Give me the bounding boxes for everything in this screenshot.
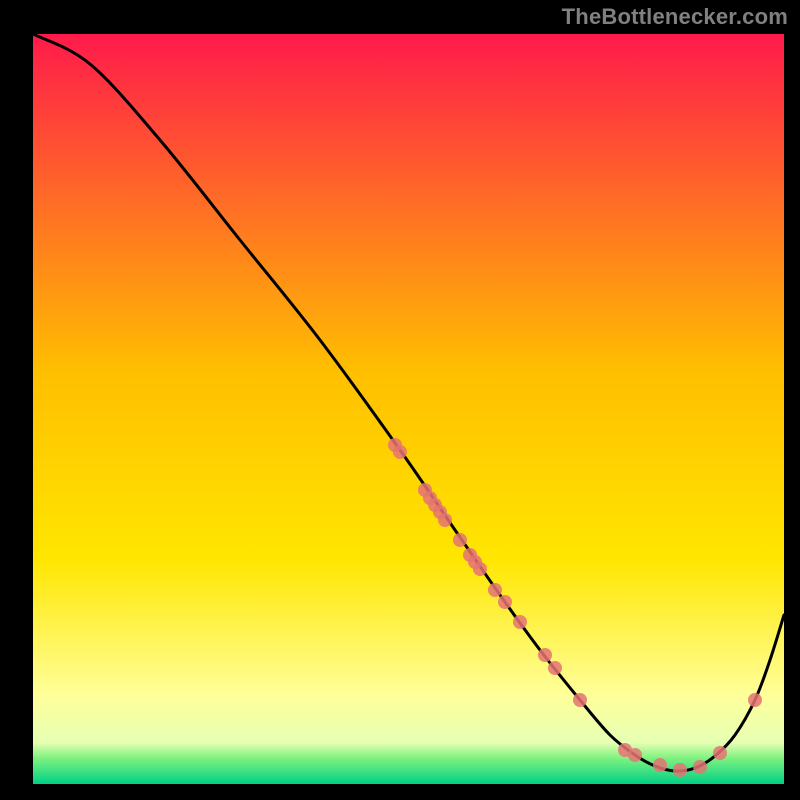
data-point bbox=[453, 533, 467, 547]
data-point bbox=[548, 661, 562, 675]
data-point bbox=[653, 758, 667, 772]
chart-svg bbox=[0, 0, 800, 800]
data-point bbox=[628, 748, 642, 762]
data-point bbox=[393, 445, 407, 459]
data-point bbox=[538, 648, 552, 662]
data-point bbox=[693, 760, 707, 774]
data-point bbox=[438, 513, 452, 527]
data-point bbox=[748, 693, 762, 707]
data-point bbox=[673, 763, 687, 777]
data-point bbox=[473, 562, 487, 576]
data-point bbox=[573, 693, 587, 707]
data-point bbox=[713, 746, 727, 760]
plot-background bbox=[33, 34, 784, 784]
data-point bbox=[513, 615, 527, 629]
chart-container: TheBottlenecker.com bbox=[0, 0, 800, 800]
attribution-label: TheBottlenecker.com bbox=[562, 4, 788, 30]
data-point bbox=[498, 595, 512, 609]
data-point bbox=[488, 583, 502, 597]
